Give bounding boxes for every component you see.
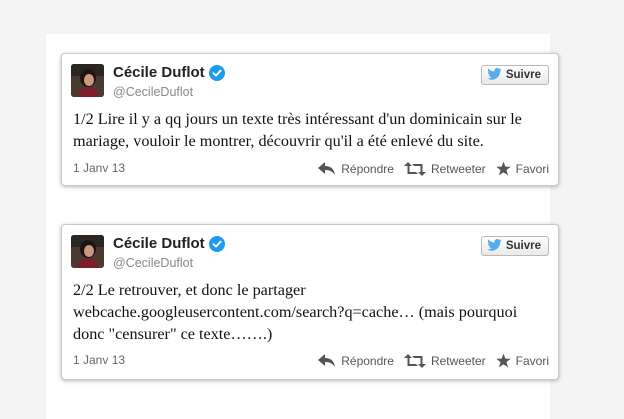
verified-icon xyxy=(208,235,225,252)
reply-label: Répondre xyxy=(341,161,394,176)
author-name-text[interactable]: Cécile Duflot xyxy=(113,235,205,252)
avatar[interactable] xyxy=(71,64,104,97)
tweet-actions: Répondre Retweeter Favori xyxy=(318,161,549,176)
retweet-icon xyxy=(403,353,426,368)
author-name[interactable]: Cécile Duflot xyxy=(113,64,225,81)
retweet-label: Retweeter xyxy=(430,353,486,368)
avatar[interactable] xyxy=(71,235,104,268)
tweet-text: 2/2 Le retrouver, et donc le partager web… xyxy=(73,279,550,345)
author-name[interactable]: Cécile Duflot xyxy=(113,235,225,252)
tweet-text: 1/2 Lire il y a qq jours un texte très i… xyxy=(73,110,522,150)
retweet-label: Retweeter xyxy=(430,161,486,176)
tweet-card: Cécile Duflot @CecileDuflot Suivre 1/2 L… xyxy=(61,53,559,186)
tweet-actions: Répondre Retweeter Favori xyxy=(318,353,549,368)
reply-icon xyxy=(318,161,336,176)
reply-icon xyxy=(318,353,336,368)
retweet-icon xyxy=(403,161,426,176)
tweet-text-prefix: 2/2 Le retrouver, et donc le partager xyxy=(73,281,306,299)
tweet-link[interactable]: webcache.googleusercontent.com/search?q=… xyxy=(73,303,415,321)
favorite-star-icon xyxy=(495,353,511,368)
retweet-button[interactable]: Retweeter xyxy=(403,161,486,176)
follow-label: Suivre xyxy=(505,240,541,252)
verified-icon xyxy=(208,64,225,81)
favorite-label: Favori xyxy=(515,161,549,176)
tweet-date[interactable]: 1 Janv 13 xyxy=(73,353,125,367)
author-name-text[interactable]: Cécile Duflot xyxy=(113,64,205,81)
author-handle[interactable]: @CecileDuflot xyxy=(113,85,193,99)
favorite-button[interactable]: Favori xyxy=(495,353,549,368)
author-handle[interactable]: @CecileDuflot xyxy=(113,256,193,270)
favorite-button[interactable]: Favori xyxy=(495,161,549,176)
follow-button[interactable]: Suivre xyxy=(480,65,549,85)
favorite-star-icon xyxy=(495,161,511,176)
retweet-button[interactable]: Retweeter xyxy=(403,353,486,368)
twitter-bird-icon xyxy=(487,67,502,83)
favorite-label: Favori xyxy=(515,353,549,368)
follow-label: Suivre xyxy=(505,69,541,81)
reply-button[interactable]: Répondre xyxy=(318,161,394,176)
twitter-bird-icon xyxy=(487,238,502,254)
tweet-date[interactable]: 1 Janv 13 xyxy=(73,161,125,175)
tweet-card: Cécile Duflot @CecileDuflot Suivre 2/2 L… xyxy=(61,224,559,380)
follow-button[interactable]: Suivre xyxy=(480,236,549,256)
reply-button[interactable]: Répondre xyxy=(318,353,394,368)
reply-label: Répondre xyxy=(341,353,394,368)
